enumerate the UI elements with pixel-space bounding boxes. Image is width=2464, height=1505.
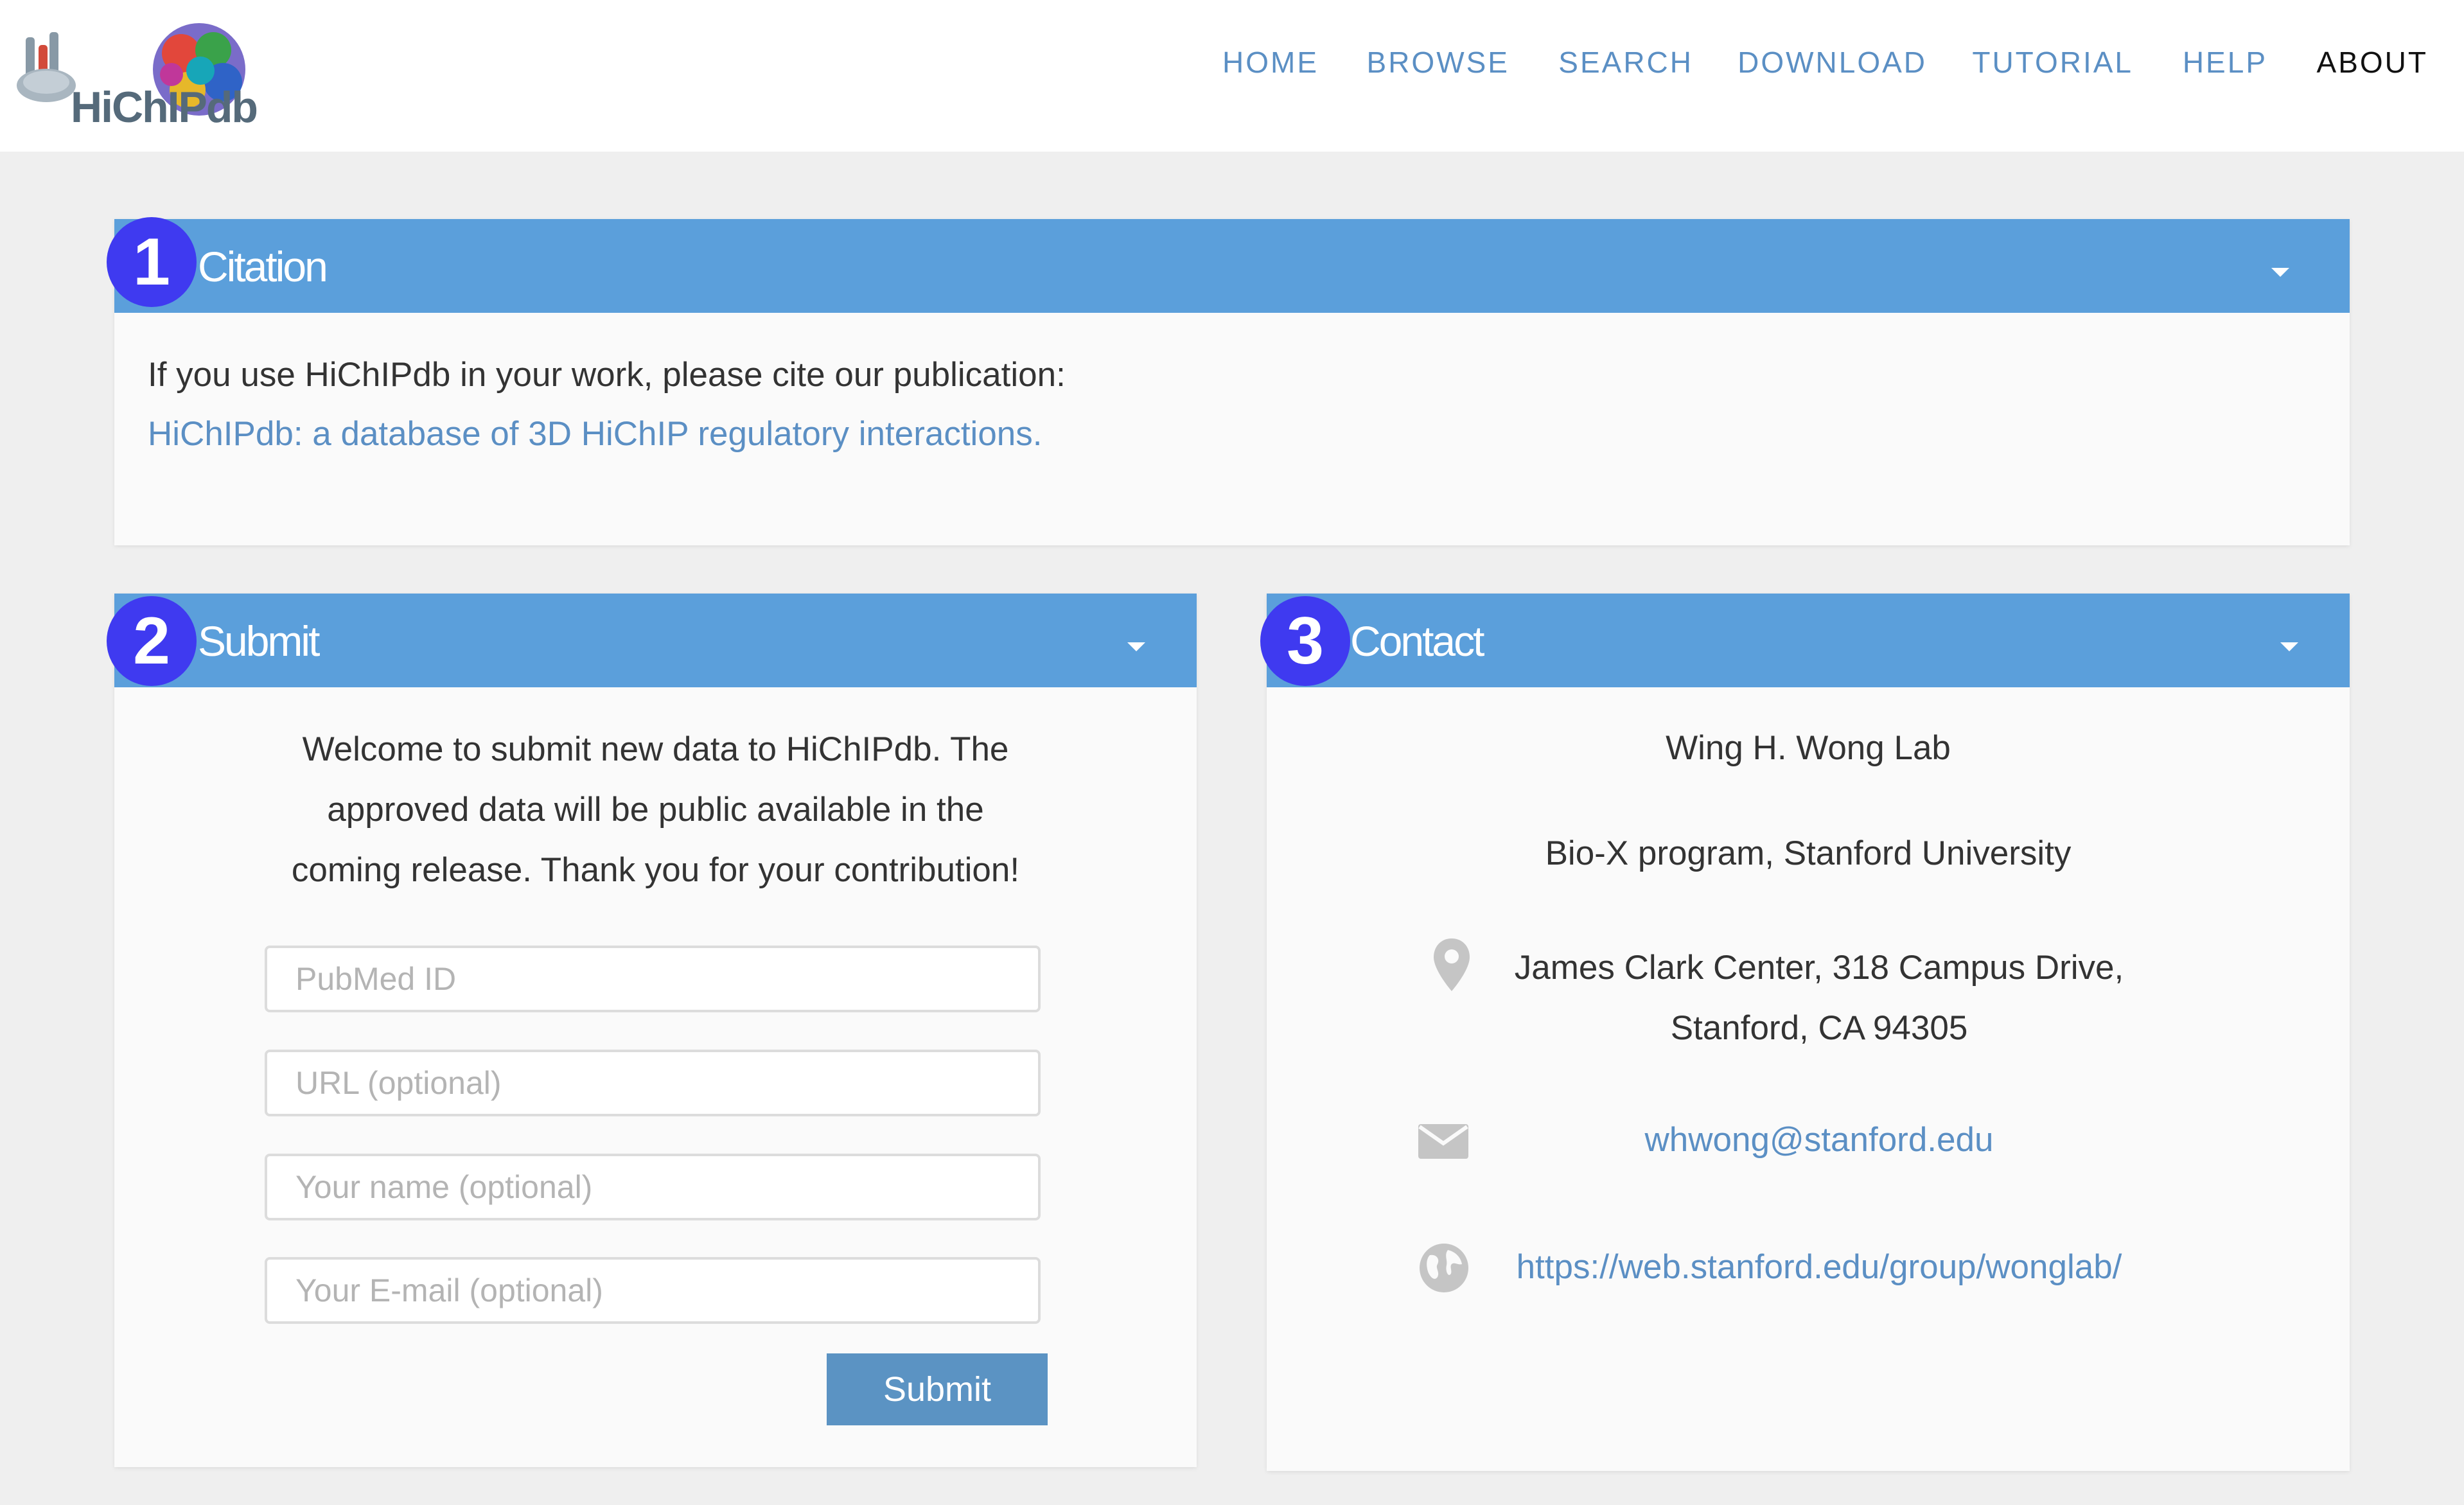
citation-publication-link[interactable]: HiChIPdb: a database of 3D HiChIP regula… <box>148 414 1043 453</box>
submit-button[interactable]: Submit <box>827 1353 1048 1425</box>
chevron-down-icon[interactable] <box>2280 642 2298 651</box>
submit-title: Submit <box>198 617 320 665</box>
contact-program: Bio-X program, Stanford University <box>1545 834 2072 872</box>
submit-intro-line-1: Welcome to submit new data to HiChIPdb. … <box>302 730 1009 768</box>
nav-about[interactable]: ABOUT <box>2317 45 2428 80</box>
submit-panel: Submit Welcome to submit new data to HiC… <box>114 594 1197 1467</box>
citation-intro: If you use HiChIPdb in your work, please… <box>148 356 1066 394</box>
top-navbar: HiChIPdb HOME BROWSE SEARCH DOWNLOAD TUT… <box>0 0 2464 152</box>
nav-help[interactable]: HELP <box>2183 45 2267 80</box>
logo-text: HiChIPdb <box>71 83 258 132</box>
chevron-down-icon[interactable] <box>1127 642 1145 651</box>
contact-email-link[interactable]: whwong@stanford.edu <box>1492 1120 2147 1159</box>
contact-title: Contact <box>1350 617 1484 665</box>
pubmed-id-input[interactable] <box>265 946 1041 1012</box>
contact-website-link[interactable]: https://web.stanford.edu/group/wonglab/ <box>1492 1247 2147 1287</box>
contact-address-line-1: James Clark Center, 318 Campus Drive, <box>1514 949 2124 987</box>
chevron-down-icon[interactable] <box>2271 268 2289 277</box>
nav-browse[interactable]: BROWSE <box>1367 45 1509 80</box>
citation-panel-header[interactable]: Citation <box>114 219 2350 313</box>
citation-title: Citation <box>198 243 328 290</box>
contact-panel-header[interactable]: Contact <box>1267 594 2350 687</box>
globe-icon <box>1420 1244 1468 1292</box>
contact-panel: Contact Wing H. Wong Lab Bio-X program, … <box>1267 594 2350 1471</box>
map-marker-icon <box>1434 938 1470 991</box>
step-badge-3: 3 <box>1260 596 1350 686</box>
submit-intro: Welcome to submit new data to HiChIPdb. … <box>114 719 1197 901</box>
contact-address: James Clark Center, 318 Campus Drive, St… <box>1492 938 2147 1059</box>
nav-search[interactable]: SEARCH <box>1558 45 1693 80</box>
envelope-icon <box>1418 1124 1468 1159</box>
citation-panel: Citation If you use HiChIPdb in your wor… <box>114 219 2350 545</box>
nav-tutorial[interactable]: TUTORIAL <box>1972 45 2133 80</box>
submit-intro-line-2: approved data will be public available i… <box>327 791 984 829</box>
contact-lab-name: Wing H. Wong Lab <box>1666 729 1951 767</box>
submit-intro-line-3: coming release. Thank you for your contr… <box>291 851 1020 889</box>
hichipdb-logo[interactable]: HiChIPdb <box>14 18 258 132</box>
step-badge-1: 1 <box>107 217 197 307</box>
name-input[interactable] <box>265 1154 1041 1220</box>
nav-home[interactable]: HOME <box>1222 45 1319 80</box>
submit-panel-header[interactable]: Submit <box>114 594 1197 687</box>
nav-download[interactable]: DOWNLOAD <box>1738 45 1927 80</box>
contact-address-line-2: Stanford, CA 94305 <box>1670 1009 1968 1047</box>
step-badge-2: 2 <box>107 596 197 686</box>
url-input[interactable] <box>265 1050 1041 1116</box>
email-input[interactable] <box>265 1257 1041 1324</box>
